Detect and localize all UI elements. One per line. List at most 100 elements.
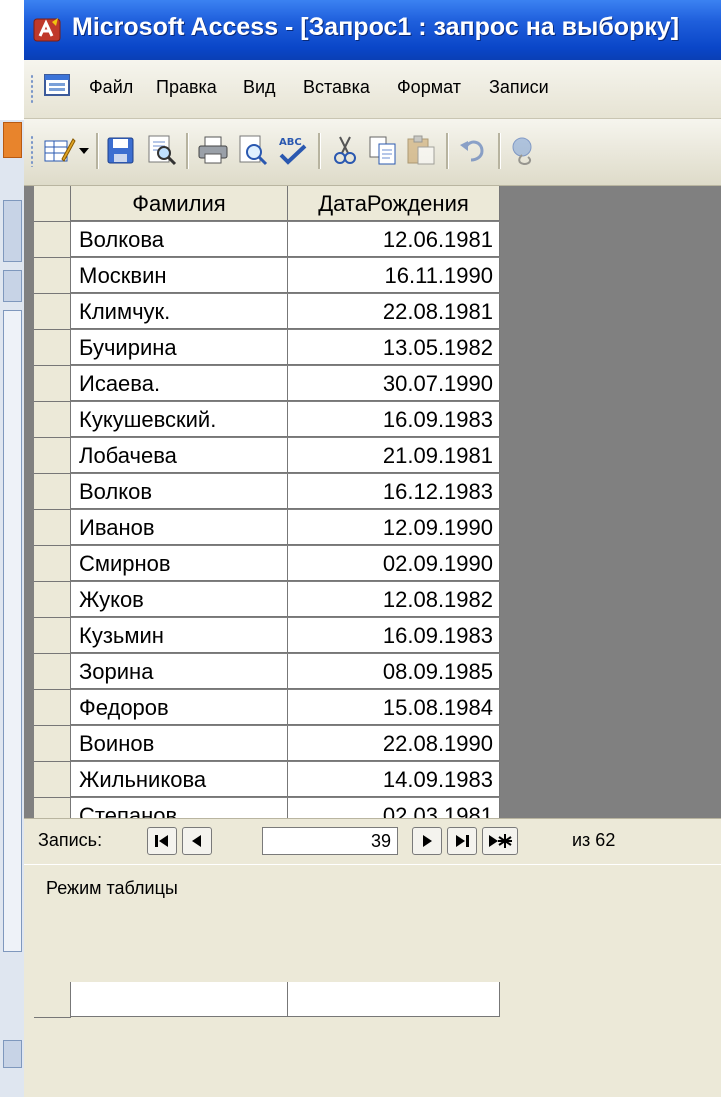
hyperlink-icon[interactable] [508, 133, 542, 167]
table-row[interactable]: Кукушевский. 16.09.1983 [34, 402, 524, 438]
cell-data-rozhdeniya[interactable]: 15.08.1984 [288, 690, 500, 725]
cell-familiya[interactable]: Иванов [71, 510, 288, 545]
cell-data-rozhdeniya[interactable]: 02.09.1990 [288, 546, 500, 581]
empty-cell[interactable] [71, 982, 288, 1017]
access-app-icon[interactable] [32, 16, 62, 44]
row-selector[interactable] [34, 546, 71, 582]
row-selector[interactable] [34, 726, 71, 762]
menu-edit[interactable]: Правка [156, 77, 217, 98]
cell-data-rozhdeniya[interactable]: 22.08.1981 [288, 294, 500, 329]
cell-data-rozhdeniya[interactable]: 12.09.1990 [288, 510, 500, 545]
document-window-icon[interactable] [42, 72, 74, 100]
row-selector[interactable] [34, 366, 71, 402]
current-record-field[interactable]: 39 [262, 827, 398, 855]
cell-familiya[interactable]: Исаева. [71, 366, 288, 401]
first-record-button[interactable] [147, 827, 177, 855]
row-selector[interactable] [34, 582, 71, 618]
row-selector[interactable] [34, 474, 71, 510]
column-header-data-rozhdeniya[interactable]: ДатаРождения [288, 186, 500, 221]
table-row[interactable]: Жуков 12.08.1982 [34, 582, 524, 618]
cell-familiya[interactable]: Волкова [71, 222, 288, 257]
table-row[interactable]: Волкова 12.06.1981 [34, 222, 524, 258]
row-selector[interactable] [34, 222, 71, 258]
cell-data-rozhdeniya[interactable]: 16.09.1983 [288, 402, 500, 437]
copy-icon[interactable] [366, 133, 400, 167]
cell-familiya[interactable]: Смирнов [71, 546, 288, 581]
menu-records[interactable]: Записи [489, 77, 549, 98]
cell-data-rozhdeniya[interactable]: 12.06.1981 [288, 222, 500, 257]
menu-file[interactable]: Файл [89, 77, 133, 98]
menu-grip-handle[interactable] [30, 74, 34, 104]
row-selector[interactable] [34, 762, 71, 798]
cell-data-rozhdeniya[interactable]: 14.09.1983 [288, 762, 500, 797]
cell-familiya[interactable]: Климчук. [71, 294, 288, 329]
print-icon[interactable] [196, 133, 230, 167]
cell-data-rozhdeniya[interactable]: 22.08.1990 [288, 726, 500, 761]
row-selector[interactable] [34, 690, 71, 726]
table-row[interactable]: Москвин 16.11.1990 [34, 258, 524, 294]
row-selector[interactable] [34, 330, 71, 366]
cell-familiya[interactable]: Кукушевский. [71, 402, 288, 437]
cell-familiya[interactable]: Кузьмин [71, 618, 288, 653]
cut-icon[interactable] [328, 133, 362, 167]
table-row[interactable]: Зорина 08.09.1985 [34, 654, 524, 690]
table-row[interactable]: Смирнов 02.09.1990 [34, 546, 524, 582]
column-header-familiya[interactable]: Фамилия [71, 186, 288, 221]
previous-record-button[interactable] [182, 827, 212, 855]
row-selector[interactable] [34, 654, 71, 690]
cell-data-rozhdeniya[interactable]: 13.05.1982 [288, 330, 500, 365]
menu-format[interactable]: Формат [397, 77, 461, 98]
cell-data-rozhdeniya[interactable]: 16.09.1983 [288, 618, 500, 653]
table-row[interactable]: Исаева. 30.07.1990 [34, 366, 524, 402]
cell-data-rozhdeniya[interactable]: 16.11.1990 [288, 258, 500, 293]
table-row[interactable]: Жильникова 14.09.1983 [34, 762, 524, 798]
cell-familiya[interactable]: Бучирина [71, 330, 288, 365]
cell-data-rozhdeniya[interactable]: 16.12.1983 [288, 474, 500, 509]
next-record-button[interactable] [412, 827, 442, 855]
table-row[interactable]: Федоров 15.08.1984 [34, 690, 524, 726]
cell-familiya[interactable]: Лобачева [71, 438, 288, 473]
row-selector[interactable] [34, 510, 71, 546]
design-view-icon[interactable] [42, 133, 76, 167]
last-record-button[interactable] [447, 827, 477, 855]
row-selector[interactable] [34, 982, 71, 1018]
table-row[interactable]: Бучирина 13.05.1982 [34, 330, 524, 366]
row-selector[interactable] [34, 294, 71, 330]
row-selector[interactable] [34, 258, 71, 294]
cell-familiya[interactable]: Волков [71, 474, 288, 509]
row-selector[interactable] [34, 618, 71, 654]
cell-familiya[interactable]: Зорина [71, 654, 288, 689]
toolbar-grip-handle[interactable] [30, 135, 34, 167]
cell-data-rozhdeniya[interactable]: 30.07.1990 [288, 366, 500, 401]
cell-familiya[interactable]: Жуков [71, 582, 288, 617]
row-selector[interactable] [34, 438, 71, 474]
cell-familiya[interactable]: Москвин [71, 258, 288, 293]
cell-familiya[interactable]: Жильникова [71, 762, 288, 797]
paste-icon[interactable] [404, 133, 438, 167]
select-all-box[interactable] [34, 186, 71, 222]
total-records-text: из 62 [572, 830, 616, 850]
spelling-icon[interactable]: ABC [276, 133, 310, 167]
cell-familiya[interactable]: Федоров [71, 690, 288, 725]
table-row[interactable]: Иванов 12.09.1990 [34, 510, 524, 546]
svg-text:ABC: ABC [279, 137, 302, 148]
cell-data-rozhdeniya[interactable]: 12.08.1982 [288, 582, 500, 617]
row-selector[interactable] [34, 402, 71, 438]
new-record-button[interactable] [482, 827, 518, 855]
cell-data-rozhdeniya[interactable]: 08.09.1985 [288, 654, 500, 689]
empty-cell[interactable] [288, 982, 500, 1017]
table-row[interactable]: Климчук. 22.08.1981 [34, 294, 524, 330]
cell-data-rozhdeniya[interactable]: 21.09.1981 [288, 438, 500, 473]
print-preview-icon[interactable] [236, 133, 270, 167]
menu-view[interactable]: Вид [243, 77, 276, 98]
chevron-down-icon[interactable] [76, 133, 92, 167]
undo-icon[interactable] [456, 133, 490, 167]
save-icon[interactable] [104, 133, 138, 167]
table-row[interactable]: Воинов 22.08.1990 [34, 726, 524, 762]
table-row[interactable]: Волков 16.12.1983 [34, 474, 524, 510]
table-row[interactable]: Лобачева 21.09.1981 [34, 438, 524, 474]
menu-insert[interactable]: Вставка [303, 77, 370, 98]
search-icon[interactable] [144, 133, 178, 167]
table-row[interactable]: Кузьмин 16.09.1983 [34, 618, 524, 654]
cell-familiya[interactable]: Воинов [71, 726, 288, 761]
